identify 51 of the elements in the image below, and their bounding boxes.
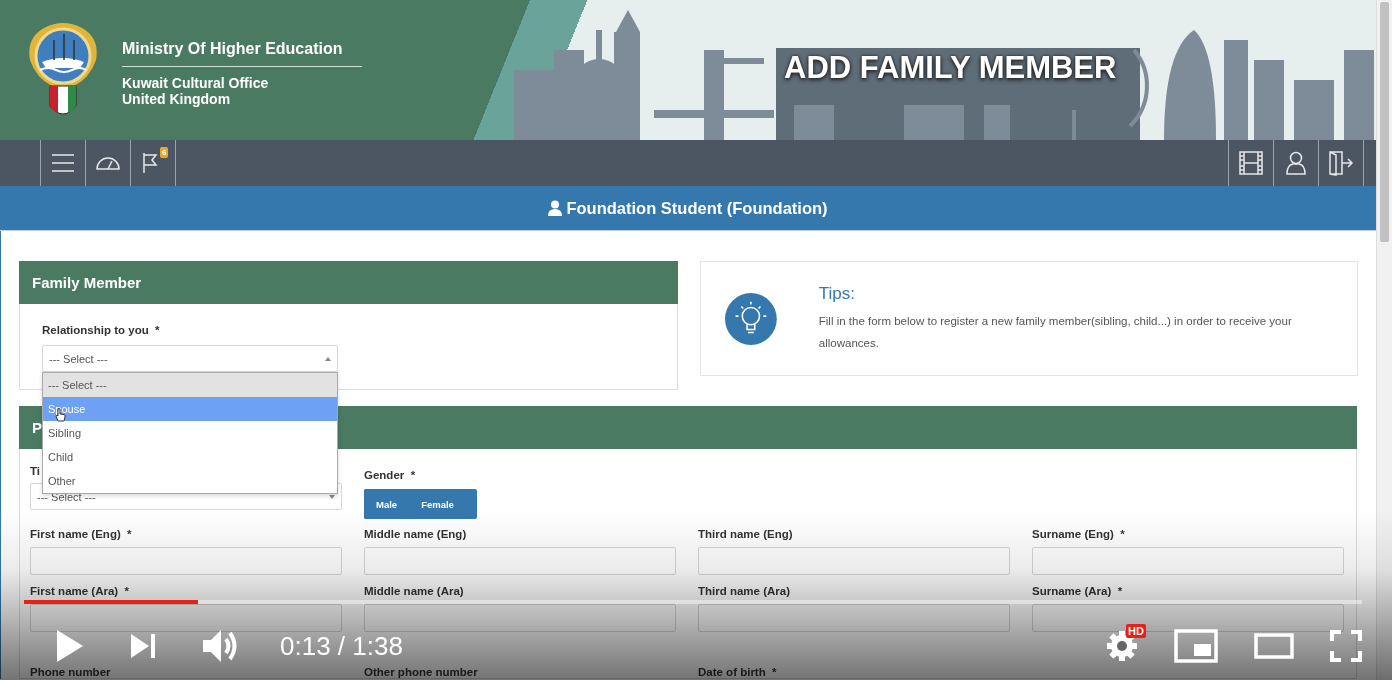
- play-icon[interactable]: [56, 629, 84, 663]
- office-location: United Kingdom: [122, 91, 232, 107]
- text-input[interactable]: [364, 604, 676, 632]
- text-input[interactable]: [364, 547, 676, 575]
- field-label: First name (Ara) *: [30, 585, 130, 597]
- caret-icon: [325, 356, 331, 361]
- theater-mode-icon[interactable]: [1254, 633, 1294, 659]
- student-name: Foundation Student (Foundation): [566, 198, 828, 218]
- dropdown-option[interactable]: Child: [43, 445, 337, 469]
- hd-badge: HD: [1126, 624, 1146, 638]
- dropdown-option[interactable]: --- Select ---: [43, 373, 337, 397]
- relationship-select[interactable]: --- Select ---: [42, 345, 338, 372]
- caret-icon: [329, 494, 335, 499]
- field-label: Other phone number: [364, 666, 478, 678]
- field-label: First name (Eng) *: [30, 528, 132, 540]
- next-icon[interactable]: [130, 633, 156, 659]
- dropdown-option[interactable]: Sibling: [43, 421, 337, 445]
- card-title: P: [32, 419, 42, 436]
- page-title: ADD FAMILY MEMBER: [784, 50, 1117, 86]
- fullscreen-icon[interactable]: [1330, 630, 1362, 662]
- logout-icon[interactable]: [1328, 150, 1354, 176]
- field-label: Date of birth *: [698, 666, 777, 678]
- field-label: Relationship to you *: [42, 324, 160, 336]
- office-name: Kuwait Cultural Office: [122, 75, 270, 91]
- scrollbar-thumb[interactable]: [1380, 2, 1389, 242]
- text-input[interactable]: [30, 547, 342, 575]
- gauge-icon[interactable]: [95, 155, 121, 171]
- field-label: Surname (Eng) *: [1032, 528, 1125, 540]
- user-icon[interactable]: [1286, 151, 1306, 175]
- card-title: Family Member: [32, 274, 142, 291]
- video-time: 0:13 / 1:38: [280, 630, 403, 662]
- ministry-name: Ministry Of Higher Education: [122, 40, 362, 67]
- field-label: Third name (Eng): [698, 528, 793, 540]
- field-label: Phone number: [30, 666, 111, 678]
- field-label: Ti: [30, 465, 40, 477]
- miniplayer-icon[interactable]: [1174, 629, 1218, 663]
- lightbulb-icon: [725, 291, 777, 346]
- tips-title: Tips:: [818, 283, 856, 304]
- field-label: Middle name (Eng): [364, 528, 467, 540]
- field-label: Surname (Ara) *: [1032, 585, 1123, 597]
- field-label: Gender *: [364, 469, 416, 481]
- notification-badge: 6: [160, 147, 169, 158]
- text-input[interactable]: [698, 547, 1010, 575]
- text-input[interactable]: [698, 604, 1010, 632]
- film-icon[interactable]: [1239, 151, 1263, 175]
- person-icon: [548, 200, 563, 216]
- tips-text: Fill in the form below to register a new family member(sibling, child...) in order to receive your allowances.: [818, 313, 1293, 351]
- field-label: Third name (Ara): [698, 585, 790, 597]
- field-label: Middle name (Ara): [364, 585, 464, 597]
- menu-icon[interactable]: [51, 153, 75, 173]
- text-input[interactable]: [1032, 547, 1344, 575]
